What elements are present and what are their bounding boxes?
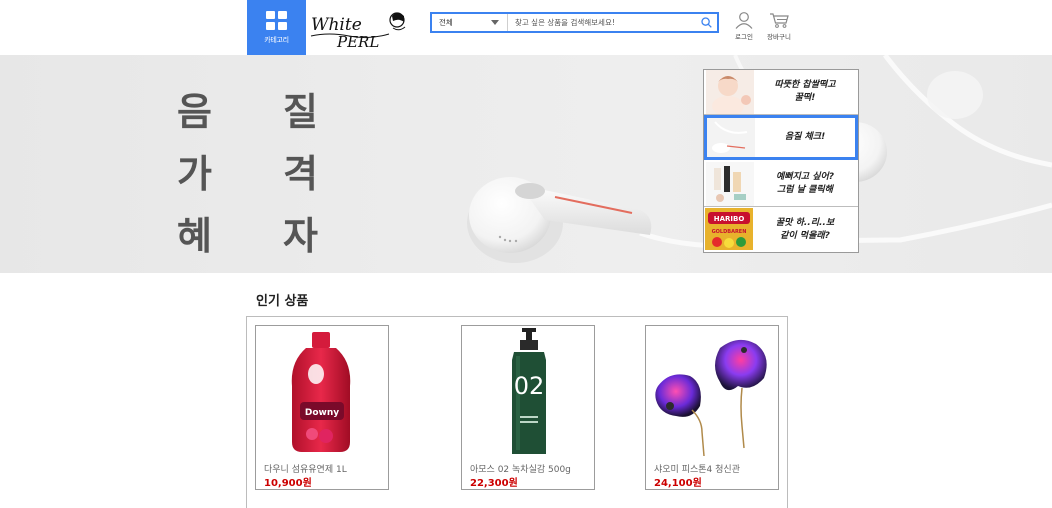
cosmetics-image	[706, 162, 754, 206]
earphone-image	[707, 118, 755, 157]
banner-thumb-4[interactable]: HARIBO GOLDBAREN 꿀맛 하..리..보 같이 먹을래?	[704, 207, 858, 253]
login-label: 로그인	[735, 33, 753, 41]
white-perl-logo[interactable]: White PERL	[309, 6, 411, 50]
banner-thumb-1[interactable]: 따뜻한 찹쌀떡고 꿀떡!	[704, 70, 858, 115]
banner-text-4: 질	[283, 90, 318, 134]
product-card[interactable]: 02 아모스 02 녹차실감 500g 22,300원	[461, 325, 595, 490]
haribo-image: HARIBO GOLDBAREN	[705, 208, 753, 250]
banner-text-5: 격	[283, 152, 318, 196]
search-icon	[700, 17, 712, 28]
search-button[interactable]	[695, 14, 717, 31]
banner-thumb-1-caption: 따뜻한 찹쌀떡고 꿀떡!	[774, 80, 836, 103]
user-icon	[735, 12, 753, 29]
earbuds-image	[655, 339, 767, 457]
banner-thumb-4-caption: 꿀맛 하..리..보 같이 먹을래?	[775, 218, 835, 241]
cart-link[interactable]: 장바구니	[767, 11, 791, 41]
banner-thumbnail-list: 따뜻한 찹쌀떡고 꿀떡! 음질 체크! 예뻐지고 싶어? 그럼 날 클릭해 HA…	[703, 69, 859, 253]
product-price: 24,100원	[654, 478, 702, 489]
banner-thumb-3-caption: 예뻐지고 싶어? 그럼 날 클릭해	[775, 172, 835, 195]
banner-text-3: 혜	[177, 214, 212, 258]
product-price: 10,900원	[264, 478, 312, 489]
main-banner[interactable]: 음 가 혜 질 격 자 따뜻한 찹쌀떡고 꿀떡! 음질 체크! 예뻐지고 싶어?…	[0, 55, 1052, 273]
banner-thumb-2-caption: 음질 체크!	[784, 132, 826, 142]
category-label: 카테고리	[264, 35, 289, 44]
category-grid-icon	[266, 10, 287, 30]
downy-bottle-image: Downy	[291, 332, 351, 452]
login-link[interactable]: 로그인	[734, 11, 754, 41]
logo-text-white: White	[311, 15, 362, 35]
haribo-sub-text: GOLDBAREN	[712, 229, 747, 235]
banner-text-2: 가	[177, 152, 212, 196]
doll-image	[706, 70, 754, 114]
banner-text-6: 자	[283, 214, 318, 258]
banner-thumb-3[interactable]: 예뻐지고 싶어? 그럼 날 클릭해	[704, 162, 858, 207]
top-header: 카테고리 White PERL 전체 로그인	[0, 0, 1052, 55]
search-bar: 전체	[430, 12, 719, 33]
logo-text-perl: PERL	[336, 33, 379, 50]
popular-section-title: 인기 상품	[256, 294, 309, 309]
search-category-select[interactable]: 전체	[432, 14, 508, 31]
amos-label-text: 02	[514, 372, 545, 400]
cart-icon	[769, 13, 789, 28]
search-input[interactable]	[508, 14, 695, 31]
category-button[interactable]: 카테고리	[247, 0, 306, 55]
product-card[interactable]: 샤오미 피스톤4 청신관 24,100원	[645, 325, 779, 490]
cart-label: 장바구니	[767, 33, 791, 41]
amos-bottle-image: 02	[512, 328, 546, 454]
search-category-value: 전체	[439, 18, 453, 27]
earphone-photo	[467, 55, 1052, 263]
product-card[interactable]: Downy 다우니 섬유유연제 1L 10,900원	[255, 325, 389, 490]
caret-down-icon	[491, 20, 499, 25]
product-price: 22,300원	[470, 478, 518, 489]
banner-text-1: 음	[177, 90, 212, 134]
haribo-brand-text: HARIBO	[714, 215, 745, 223]
banner-thumb-2[interactable]: 음질 체크!	[704, 115, 858, 160]
downy-label-text: Downy	[305, 408, 339, 418]
popular-product-list: Downy 다우니 섬유유연제 1L 10,900원 02 아모스 02 녹차실…	[246, 316, 788, 508]
